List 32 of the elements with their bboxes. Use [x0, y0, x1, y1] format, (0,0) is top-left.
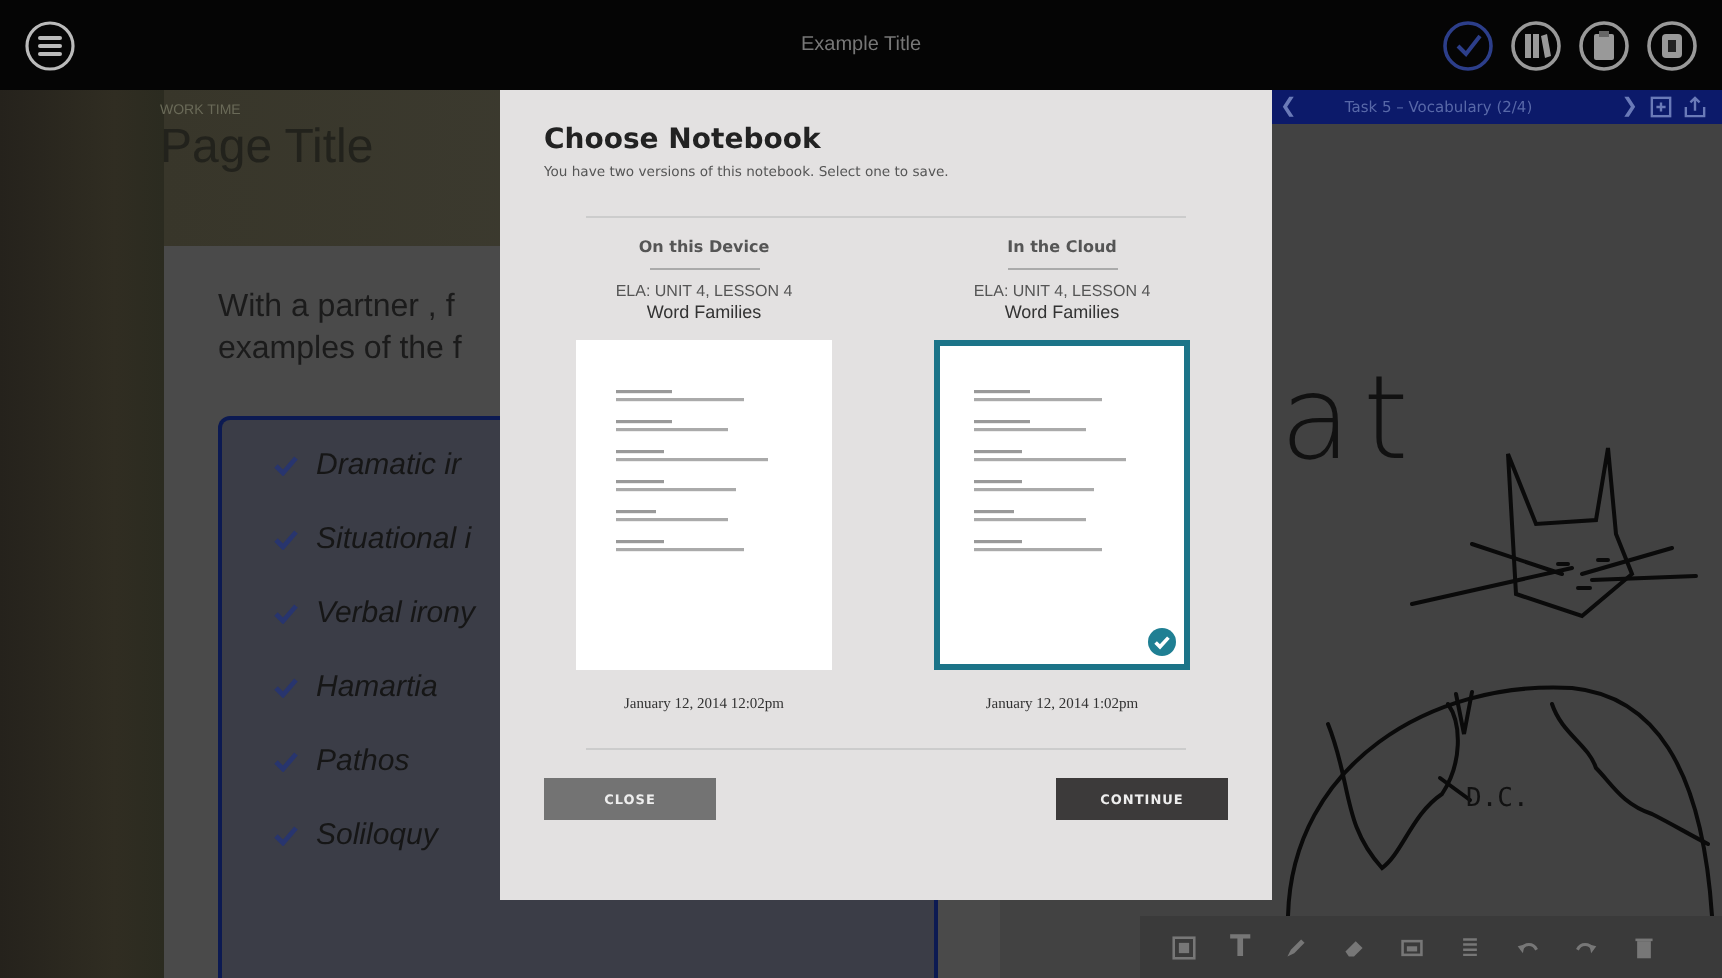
menu-icon[interactable] — [24, 19, 76, 71]
notebook-thumbnail[interactable] — [934, 340, 1190, 670]
app-title: Example Title — [800, 34, 922, 56]
select-icon[interactable] — [1172, 935, 1196, 959]
checkmark-icon — [274, 826, 298, 846]
checkmark-icon — [274, 530, 298, 550]
dialog-title: Choose Notebook — [544, 124, 823, 156]
notebook-name: Word Families — [646, 302, 762, 322]
version-heading: On this Device — [638, 238, 770, 256]
pen-icon[interactable] — [1284, 935, 1309, 959]
books-icon[interactable] — [1510, 19, 1562, 71]
selected-check-icon — [1148, 628, 1176, 656]
next-task-button[interactable]: ❯ — [1621, 97, 1638, 117]
version-heading: In the Cloud — [1007, 238, 1117, 256]
check-circle-icon[interactable] — [1442, 19, 1494, 71]
checkmark-icon — [274, 456, 298, 476]
lines-icon[interactable] — [1458, 935, 1483, 959]
lesson-label: ELA: UNIT 4, LESSON 4 — [973, 282, 1151, 300]
trash-icon[interactable] — [1632, 935, 1657, 959]
clipboard-icon[interactable] — [1578, 19, 1630, 71]
lesson-label: ELA: UNIT 4, LESSON 4 — [615, 282, 793, 300]
text-tool-button[interactable]: T — [1230, 932, 1251, 962]
image-icon[interactable] — [1400, 935, 1425, 959]
checkmark-icon — [274, 678, 298, 698]
notebook-icon[interactable] — [1646, 19, 1698, 71]
add-page-icon[interactable] — [1650, 96, 1672, 118]
checkmark-icon — [274, 604, 298, 624]
share-icon[interactable] — [1684, 96, 1706, 118]
notebook-name: Word Families — [1004, 302, 1120, 322]
previous-task-button[interactable]: ❮ — [1280, 97, 1297, 117]
checkmark-icon — [274, 752, 298, 772]
eraser-icon[interactable] — [1342, 935, 1367, 959]
